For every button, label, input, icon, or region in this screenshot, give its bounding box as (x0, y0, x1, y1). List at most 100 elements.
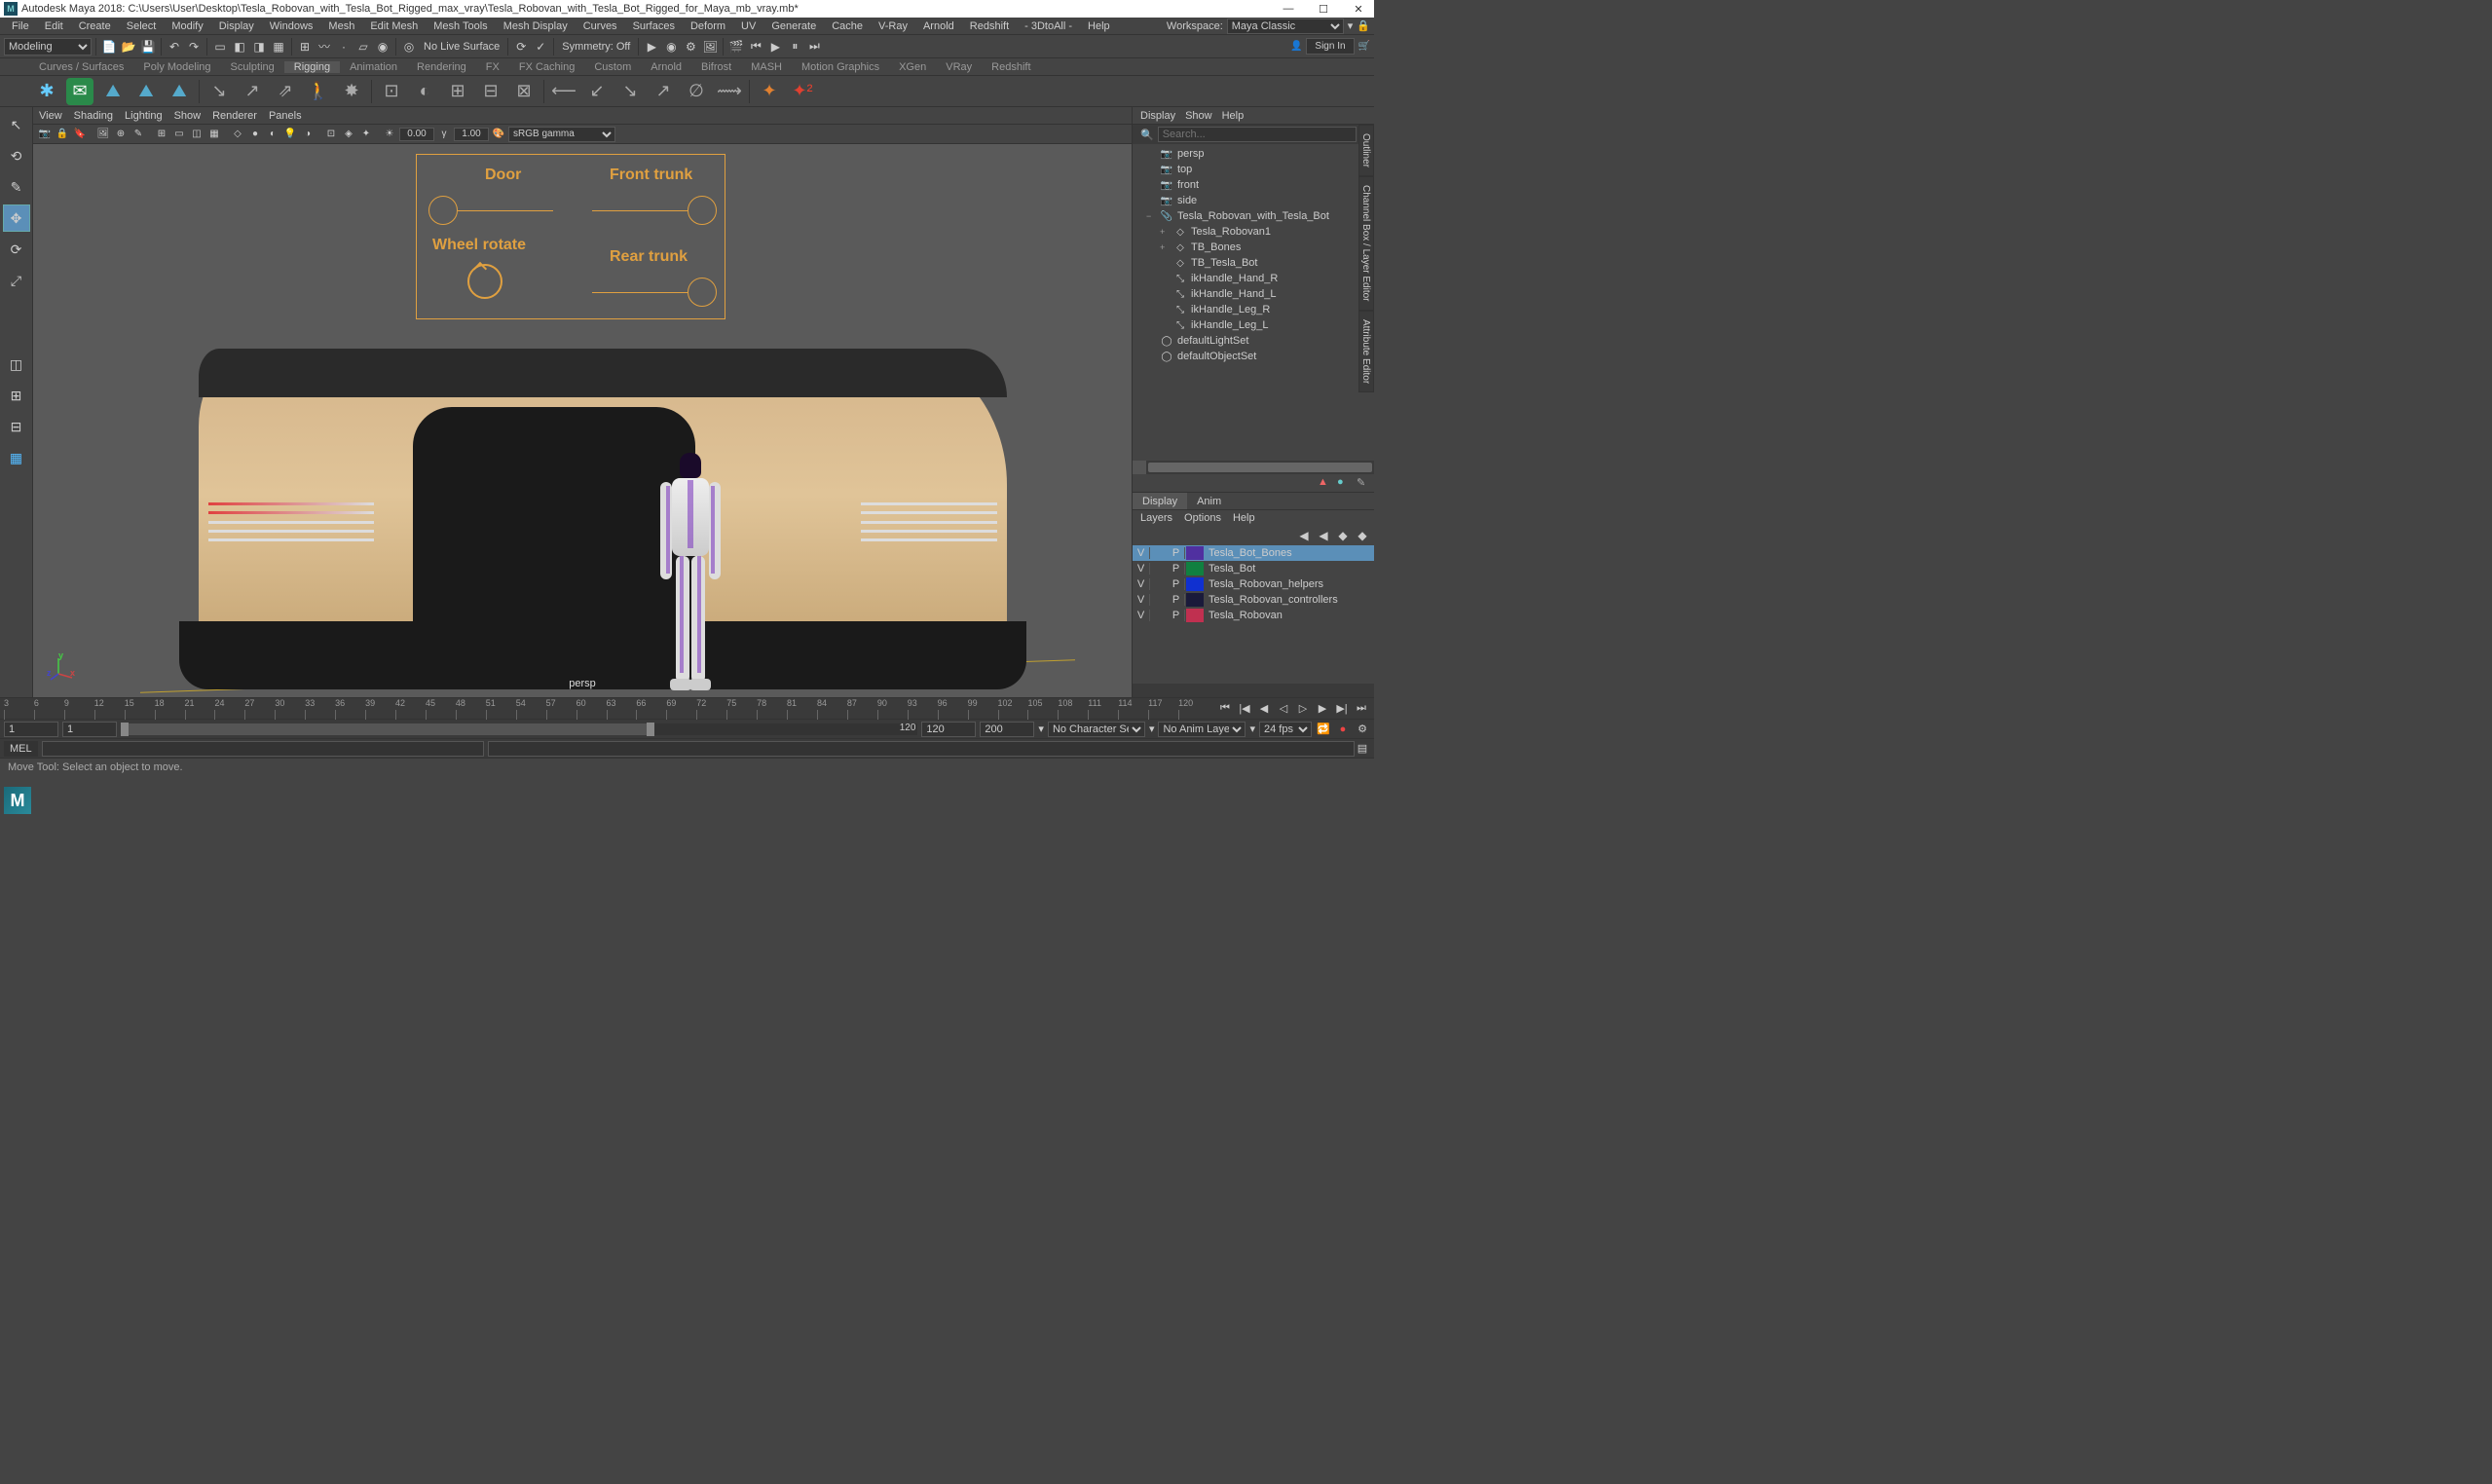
shelf-tab-poly[interactable]: Poly Modeling (133, 61, 220, 73)
layer-row[interactable]: VPTesla_Bot (1133, 561, 1374, 576)
shelf-tab-rendering[interactable]: Rendering (407, 61, 476, 73)
step-forward-key-icon[interactable]: ▶| (1333, 700, 1351, 718)
key-set-icon[interactable]: ✦ (756, 78, 783, 105)
blendshape-icon[interactable]: ⊠ (510, 78, 538, 105)
color-mgmt-dropdown[interactable]: sRGB gamma (508, 127, 615, 142)
panel-menu-lighting[interactable]: Lighting (125, 110, 163, 122)
res-gate-icon[interactable]: ◫ (189, 127, 205, 142)
ipr-render-icon[interactable]: ◉ (662, 38, 680, 56)
outliner-menu-help[interactable]: Help (1222, 110, 1245, 122)
smooth-shade-icon[interactable]: ● (247, 127, 263, 142)
layer-row[interactable]: VPTesla_Robovan_helpers (1133, 576, 1374, 592)
menu-deform[interactable]: Deform (683, 20, 733, 32)
workspace-options-icon[interactable]: ▾ (1348, 19, 1354, 32)
viewport-3d[interactable]: Door Front trunk Wheel rotate Rear trunk (33, 144, 1132, 697)
loop-icon[interactable]: 🔁 (1316, 722, 1331, 737)
layout-plus-icon[interactable]: ⊞ (3, 382, 30, 409)
skeleton-icon[interactable]: ✸ (338, 78, 365, 105)
layer-row[interactable]: VPTesla_Robovan (1133, 608, 1374, 623)
menu-edit-mesh[interactable]: Edit Mesh (362, 20, 426, 32)
grease-pencil-icon[interactable]: ✎ (130, 127, 146, 142)
script-editor-icon[interactable]: ▤ (1355, 741, 1370, 757)
menu-mesh-display[interactable]: Mesh Display (496, 20, 576, 32)
step-forward-icon[interactable]: ▶ (1314, 700, 1331, 718)
menu-surfaces[interactable]: Surfaces (625, 20, 683, 32)
outliner-item[interactable]: 📷side (1133, 193, 1374, 208)
rear-trunk-slider[interactable] (592, 278, 717, 307)
outliner-item[interactable]: 📷top (1133, 162, 1374, 177)
camera-lock-icon[interactable]: 🔒 (55, 127, 70, 142)
workspace-dropdown[interactable]: Maya Classic (1227, 19, 1344, 34)
gamma-input[interactable] (454, 128, 489, 141)
menu-cache[interactable]: Cache (824, 20, 871, 32)
panel-menu-view[interactable]: View (39, 110, 62, 122)
menu-windows[interactable]: Windows (262, 20, 321, 32)
outliner-tool-1-icon[interactable]: ▲ (1318, 476, 1331, 490)
auto-key-icon[interactable]: ● (1335, 722, 1351, 737)
play-forward-icon[interactable]: ▷ (1294, 700, 1312, 718)
render-view-icon[interactable]: 🖼 (701, 38, 719, 56)
menu-vray[interactable]: V-Ray (871, 20, 915, 32)
rewind-icon[interactable]: ⏮ (747, 38, 764, 56)
range-end-outer-input[interactable] (980, 722, 1034, 737)
lock-icon[interactable]: 🔒 (1357, 19, 1370, 32)
shelf-tab-fx[interactable]: FX (476, 61, 509, 73)
rotate-tool-icon[interactable]: ⟳ (3, 236, 30, 263)
shelf-tab-custom[interactable]: Custom (584, 61, 641, 73)
key-anim-icon[interactable]: ✦² (789, 78, 816, 105)
constraint-aim-icon[interactable]: ∅ (683, 78, 710, 105)
outliner-item[interactable]: +◇TB_Bones (1133, 240, 1374, 255)
wheel-rotate-icon[interactable] (467, 264, 502, 299)
redo-icon[interactable]: ↷ (185, 38, 203, 56)
cmd-language-label[interactable]: MEL (4, 741, 38, 757)
view-transform-icon[interactable]: 🎨 (491, 127, 506, 142)
menu-create[interactable]: Create (71, 20, 119, 32)
xray-joints-icon[interactable]: ✦ (358, 127, 374, 142)
shadows-icon[interactable]: ◑ (300, 127, 316, 142)
layers-menu-layers[interactable]: Layers (1140, 512, 1172, 524)
select-hier-icon[interactable]: ◧ (231, 38, 248, 56)
shelf-tab-sculpting[interactable]: Sculpting (221, 61, 284, 73)
paint-select-icon[interactable]: ✎ (3, 173, 30, 201)
side-tab-attribute[interactable]: Attribute Editor (1358, 311, 1374, 392)
lattice-icon[interactable]: ⊞ (444, 78, 471, 105)
range-slider-track[interactable]: 120 (121, 723, 917, 735)
live-surface-icon[interactable]: ◎ (400, 38, 418, 56)
bookmark-icon[interactable]: 🔖 (72, 127, 88, 142)
side-tab-channelbox[interactable]: Channel Box / Layer Editor (1358, 176, 1374, 311)
range-start-inner-input[interactable] (62, 722, 117, 737)
xray-icon[interactable]: ◈ (341, 127, 356, 142)
range-end-inner-input[interactable] (921, 722, 976, 737)
gate-mask-icon[interactable]: ▦ (206, 127, 222, 142)
forward-icon[interactable]: ⏭ (805, 38, 823, 56)
time-slider[interactable]: 3691215182124273033363942454851545760636… (0, 697, 1374, 719)
outliner-item[interactable]: 📷front (1133, 177, 1374, 193)
outliner-tool-3-icon[interactable]: ✎ (1357, 476, 1370, 490)
exposure-input[interactable] (399, 128, 434, 141)
menu-arnold[interactable]: Arnold (915, 20, 962, 32)
menu-mesh[interactable]: Mesh (320, 20, 362, 32)
select-obj-icon[interactable]: ◨ (250, 38, 268, 56)
pause-icon[interactable]: ⏸ (786, 38, 803, 56)
select-comp-icon[interactable]: ▦ (270, 38, 287, 56)
menu-help[interactable]: Help (1080, 20, 1118, 32)
panel-menu-show[interactable]: Show (174, 110, 202, 122)
move-tool-icon[interactable]: ✥ (3, 204, 30, 232)
layout-four-icon[interactable]: ▦ (3, 444, 30, 471)
bind-skin-icon[interactable]: ⊡ (378, 78, 405, 105)
menu-uv[interactable]: UV (733, 20, 763, 32)
play-icon[interactable]: ▶ (766, 38, 784, 56)
layer-tab-anim[interactable]: Anim (1187, 493, 1231, 509)
snap-plane-icon[interactable]: ▱ (354, 38, 372, 56)
close-button[interactable]: ✕ (1347, 3, 1370, 16)
signin-button[interactable]: Sign In (1306, 38, 1354, 55)
cluster-icon[interactable]: ⊟ (477, 78, 504, 105)
outliner-item[interactable]: 📷persp (1133, 146, 1374, 162)
shelf-tab-vray[interactable]: VRay (936, 61, 982, 73)
gamma-icon[interactable]: γ (436, 127, 452, 142)
isolate-icon[interactable]: ⊡ (323, 127, 339, 142)
menu-edit[interactable]: Edit (37, 20, 71, 32)
cmd-input[interactable] (42, 741, 484, 757)
menu-redshift[interactable]: Redshift (962, 20, 1017, 32)
step-back-icon[interactable]: ◀ (1255, 700, 1273, 718)
